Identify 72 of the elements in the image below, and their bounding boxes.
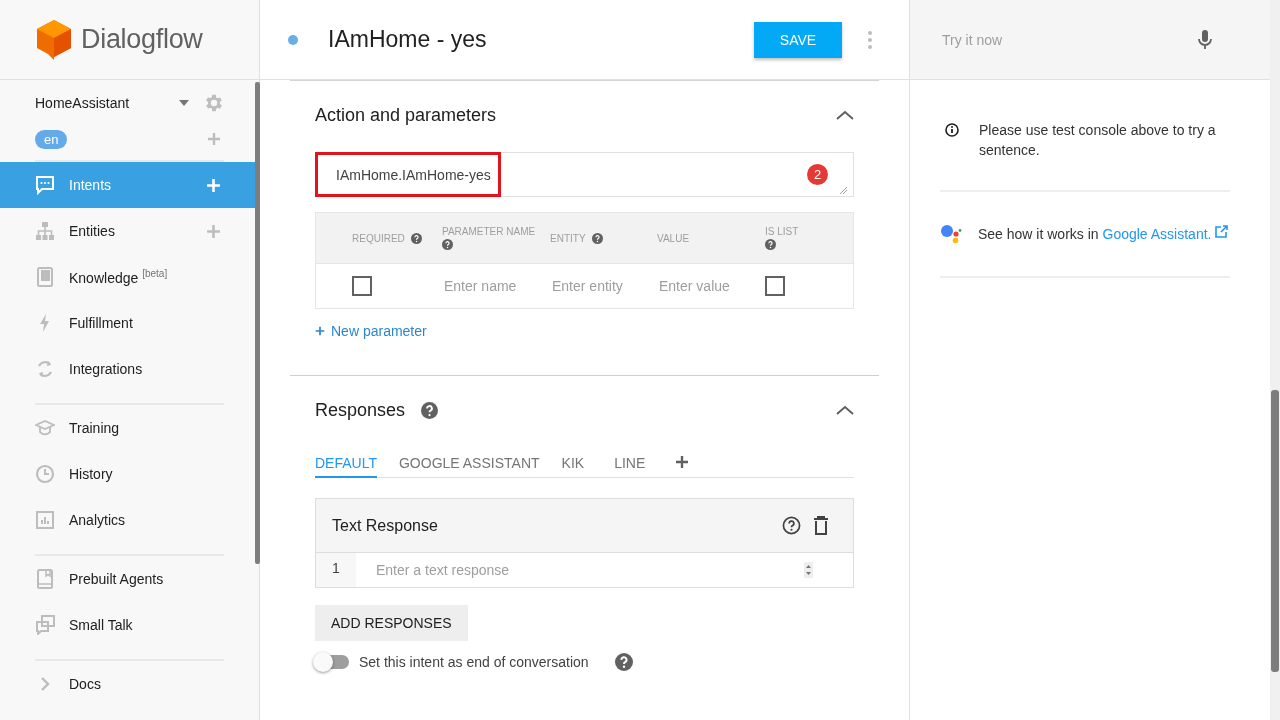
- add-icon: [315, 326, 325, 336]
- toggle-switch[interactable]: [315, 655, 349, 669]
- help-icon[interactable]: [421, 401, 439, 419]
- nav-item[interactable]: Training: [0, 405, 259, 451]
- nav-item[interactable]: Docs: [0, 661, 259, 707]
- nav-item[interactable]: Small Talk: [0, 602, 259, 648]
- external-link-icon[interactable]: [1215, 224, 1229, 238]
- help-icon[interactable]: [782, 516, 801, 535]
- info-text: Please use test console above to try a sentence.: [979, 121, 1217, 160]
- assistant-text: See how it works in Google Assistant.: [978, 226, 1212, 242]
- column-header: IS LIST: [765, 226, 799, 237]
- book-icon: [35, 267, 55, 287]
- nav-item[interactable]: Entities: [0, 208, 259, 254]
- help-icon[interactable]: [442, 239, 453, 250]
- column-header: REQUIRED: [352, 232, 405, 244]
- nav-item[interactable]: Knowledge $^{[beta]}$: [0, 254, 259, 300]
- tab[interactable]: LINE: [614, 447, 646, 478]
- help-icon[interactable]: [591, 232, 603, 244]
- name-field[interactable]: Enter name: [442, 277, 542, 295]
- dropdown-caret-icon[interactable]: [179, 100, 189, 106]
- column-header: PARAMETER NAME: [442, 226, 536, 237]
- value-field[interactable]: Enter value: [657, 277, 757, 295]
- agent-name[interactable]: HomeAssistant: [35, 95, 179, 111]
- section-title: Action and parameters: [315, 104, 497, 126]
- nav-item[interactable]: Prebuilt Agents: [0, 556, 259, 602]
- count-badge: 2: [807, 164, 828, 185]
- nav-item[interactable]: Fulfillment: [0, 300, 259, 346]
- chat-bubbles-icon: [35, 615, 55, 635]
- clock-icon: [35, 464, 55, 484]
- checkbox[interactable]: [765, 276, 785, 296]
- help-icon[interactable]: [614, 653, 633, 671]
- help-icon[interactable]: [765, 239, 776, 250]
- column-header: VALUE: [657, 232, 690, 244]
- toggle-label: Set this intent as end of conversation: [359, 654, 589, 670]
- bar-chart-icon: [35, 510, 55, 530]
- checkbox[interactable]: [352, 276, 372, 296]
- status-dot: [288, 34, 298, 45]
- new-parameter-link[interactable]: New parameter: [315, 323, 854, 375]
- assistant-dots-icon: [940, 224, 962, 244]
- collapse-icon[interactable]: [836, 109, 854, 121]
- card-title: Text Response: [332, 516, 439, 535]
- chat-bubble-icon: [35, 175, 55, 195]
- intent-title: IAmHome - yes: [328, 26, 488, 53]
- entity-field[interactable]: Enter entity: [550, 277, 650, 295]
- logo-text: Dialogflow: [81, 24, 203, 55]
- microphone-icon[interactable]: [1198, 29, 1212, 50]
- section-title: Responses: [315, 399, 406, 421]
- tab[interactable]: KIK: [561, 447, 585, 478]
- nav-item[interactable]: Analytics: [0, 497, 259, 543]
- line-number: 1: [316, 553, 356, 587]
- action-name-text: IAmHome.IAmHome-yes: [336, 166, 491, 183]
- spinner-arrows-icon[interactable]: [804, 562, 813, 578]
- test-input-field[interactable]: Try it now: [940, 30, 1198, 49]
- scrollbar-thumb[interactable]: [255, 82, 260, 564]
- sync-arrows-icon: [35, 359, 55, 379]
- column-header: ENTITY: [550, 232, 586, 244]
- tab[interactable]: GOOGLE ASSISTANT: [399, 447, 540, 478]
- scrollbar-thumb[interactable]: [1271, 390, 1279, 672]
- add-icon[interactable]: [675, 454, 690, 469]
- help-icon[interactable]: [410, 232, 422, 244]
- action-field[interactable]: IAmHome.IAmHome-yes 2: [315, 152, 854, 197]
- delete-icon[interactable]: [813, 516, 829, 535]
- info-icon: [945, 123, 959, 137]
- nav-item[interactable]: Integrations: [0, 346, 259, 392]
- collapse-icon[interactable]: [836, 404, 854, 416]
- logo-icon: [35, 18, 73, 61]
- nav-item[interactable]: History: [0, 451, 259, 497]
- hierarchy-icon: [35, 221, 55, 241]
- graduation-cap-icon: [35, 418, 55, 438]
- resize-handle-icon[interactable]: [840, 187, 847, 194]
- add-responses-button[interactable]: ADD RESPONSES: [315, 605, 468, 641]
- book-icon: [35, 569, 55, 589]
